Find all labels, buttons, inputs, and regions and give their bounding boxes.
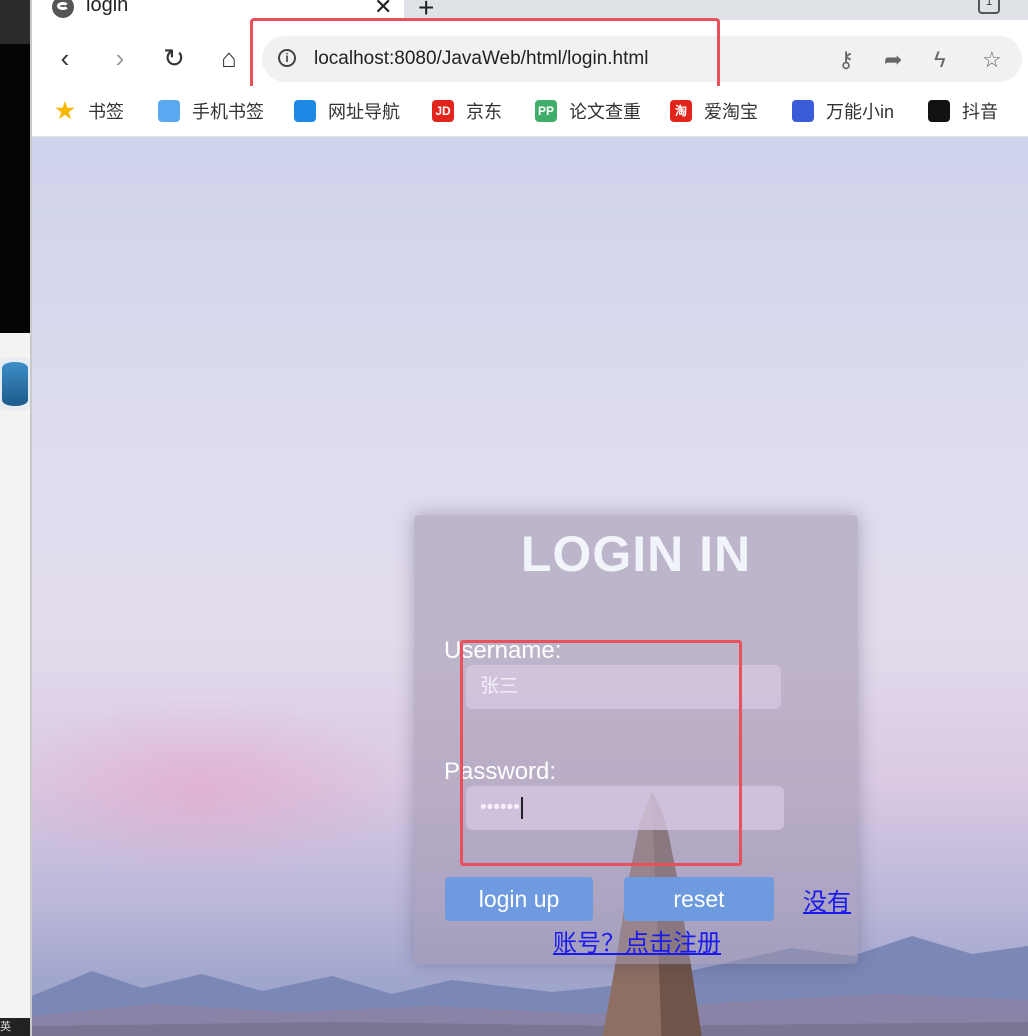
phone-icon: [158, 100, 180, 122]
browser-window: login ✕ + 1 ‹ › ↻ ⌂ i localhost:8080/Jav…: [32, 0, 1028, 1036]
bookmark-label: 网址导航: [328, 102, 400, 122]
bookmark-label: 手机书签: [192, 102, 264, 122]
bookmark-item[interactable]: PP 论文查重: [535, 98, 641, 124]
bookmark-item[interactable]: 手机书签: [158, 98, 264, 124]
forward-button[interactable]: ›: [105, 43, 135, 73]
background-glow: [32, 697, 412, 877]
pp-icon: PP: [535, 100, 557, 122]
bookmark-label: 书签: [88, 102, 124, 122]
login-button[interactable]: login up: [445, 877, 593, 921]
tab-list-icon[interactable]: 1: [978, 0, 1000, 14]
bookmark-star-icon[interactable]: ☆: [982, 47, 1002, 73]
background-window-strip: 英: [0, 0, 32, 1036]
close-tab-icon[interactable]: ✕: [374, 0, 392, 20]
douyin-icon: [928, 100, 950, 122]
database-app-icon[interactable]: [2, 362, 28, 406]
home-button[interactable]: ⌂: [214, 43, 244, 73]
share-icon[interactable]: ➦: [884, 47, 902, 73]
register-link[interactable]: 没有: [803, 882, 851, 917]
taskbar-language-indicator: 英: [0, 1018, 32, 1036]
annotation-highlight-fields: [460, 640, 742, 866]
jd-icon: JD: [432, 100, 454, 122]
bookmark-item[interactable]: 淘爱淘宝: [670, 98, 758, 124]
bookmark-item[interactable]: JD 京东: [432, 98, 502, 124]
taobao-icon: 淘: [670, 100, 692, 122]
bookmarks-bar: ★ 书签 手机书签 网址导航 JD 京东 PP 论文查重 淘爱淘宝 万能小in 抖音: [32, 86, 1028, 137]
bookmark-label: 论文查重: [569, 102, 641, 122]
tab-title: login: [86, 0, 129, 16]
bookmark-item[interactable]: 抖音: [928, 98, 998, 124]
annotation-highlight-url: [250, 18, 720, 96]
tab-login[interactable]: login ✕: [32, 0, 404, 20]
login-page: LOGIN IN Username: 张三 Password: •••••• l…: [32, 137, 1028, 1036]
bookmark-item[interactable]: 万能小in: [792, 98, 894, 124]
register-link-continued[interactable]: 账号？点击注册: [553, 923, 721, 958]
browser-e-icon: [294, 100, 316, 122]
bookmark-label: 爱淘宝: [704, 102, 758, 122]
lightning-icon[interactable]: ϟ: [934, 47, 946, 73]
bookmark-label: 抖音: [962, 102, 998, 122]
reload-button[interactable]: ↻: [159, 43, 189, 73]
bookmark-label: 京东: [466, 102, 502, 122]
robot-icon: [792, 100, 814, 122]
bookmark-label: 万能小in: [826, 102, 895, 122]
bookmark-item[interactable]: ★ 书签: [54, 98, 124, 124]
bookmark-item[interactable]: 网址导航: [294, 98, 400, 124]
browser-favicon-icon: [52, 0, 74, 18]
background-window-header: [0, 0, 32, 44]
key-icon[interactable]: ⚷: [838, 47, 854, 73]
star-icon: ★: [55, 98, 75, 123]
reset-button[interactable]: reset: [624, 877, 774, 921]
tab-bar: login ✕ + 1: [32, 0, 1028, 23]
login-heading: LOGIN IN: [520, 526, 752, 582]
back-button[interactable]: ‹: [50, 43, 80, 73]
background-window-dark-area: [0, 0, 32, 333]
